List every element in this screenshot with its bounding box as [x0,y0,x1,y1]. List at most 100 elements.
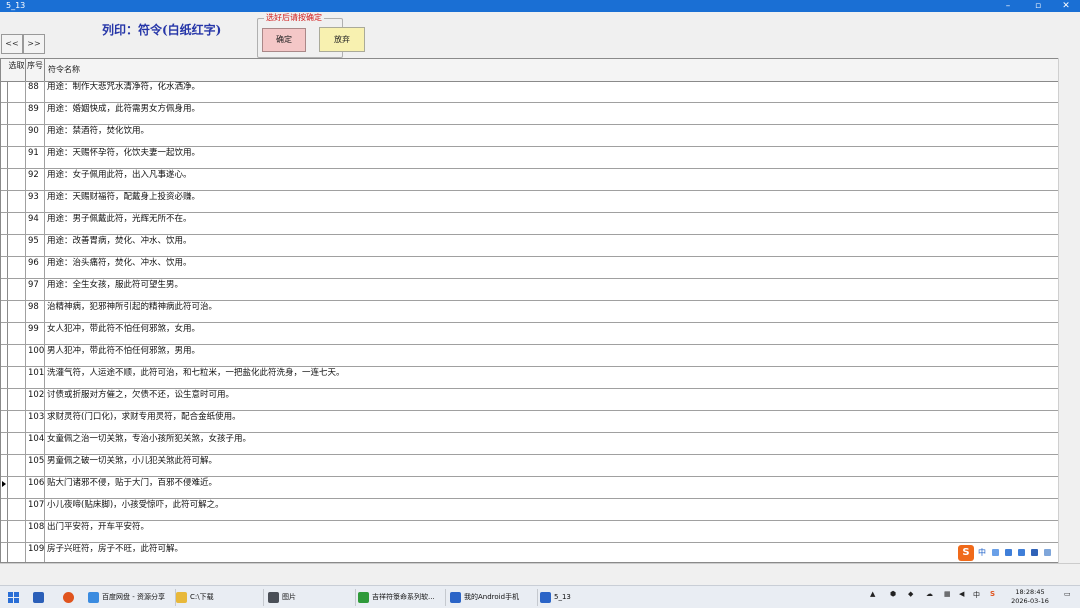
select-cell[interactable] [8,235,26,256]
select-cell[interactable] [8,543,26,562]
select-cell[interactable] [8,367,26,388]
table-row[interactable]: 101 洗灌气符，人运途不顺，此符可治，和七粒米，一把盐化此符洗身，一连七天。 [1,367,1058,389]
table-row[interactable]: 94 用途：男子佩戴此符，光辉无所不在。 [1,213,1058,235]
talisman-name[interactable]: 用途：女子佩用此符，出入凡事遂心。 [47,169,1047,190]
select-cell[interactable] [8,279,26,300]
table-row[interactable]: 105 男童佩之破一切关煞，小儿犯关煞此符可解。 [1,455,1058,477]
table-row[interactable]: 106 贴大门诸邪不侵，贴于大门，百邪不侵难近。 [1,477,1058,499]
horizontal-scrollbar[interactable] [0,563,1080,585]
windows-start-icon[interactable] [8,592,19,603]
talisman-name[interactable]: 讨债或折服对方催之，欠债不还，讼生意时可用。 [47,389,1047,410]
select-cell[interactable] [8,169,26,190]
punctuation-icon[interactable] [992,549,999,556]
header-select[interactable]: 选取 [8,59,26,81]
talisman-name[interactable]: 洗灌气符，人运途不顺，此符可治，和七粒米，一把盐化此符洗身，一连七天。 [47,367,1047,388]
select-cell[interactable] [8,125,26,146]
talisman-name[interactable]: 小儿夜啼(贴床脚)，小孩受惊吓，此符可解之。 [47,499,1047,520]
header-number[interactable]: 序号 [26,59,45,81]
talisman-name[interactable]: 用途：制作大悲咒水清净符，化水洒净。 [47,81,1047,102]
table-row[interactable]: 93 用途：天赐财福符，配戴身上投资必赚。 [1,191,1058,213]
table-row[interactable]: 104 女童佩之治一切关煞，专治小孩所犯关煞，女孩子用。 [1,433,1058,455]
sogou-tray-icon[interactable]: S [990,590,995,598]
talisman-name[interactable]: 用途：男子佩戴此符，光辉无所不在。 [47,213,1047,234]
talisman-name[interactable]: 用途：禁酒符，焚化饮用。 [47,125,1047,146]
ime-mode[interactable]: 中 [978,547,986,558]
taskbar-item[interactable]: 我的Android手机 [450,589,535,606]
talisman-name[interactable]: 治精神病，犯邪神所引起的精神病此符可治。 [47,301,1047,322]
talisman-name[interactable]: 用途：天赐财福符，配戴身上投资必赚。 [47,191,1047,212]
talisman-name[interactable]: 用途：改善胃病，焚化、冲水、饮用。 [47,235,1047,256]
talisman-name[interactable]: 出门平安符，开车平安符。 [47,521,1047,542]
table-row[interactable]: 95 用途：改善胃病，焚化、冲水、饮用。 [1,235,1058,257]
minimize-button[interactable]: – [994,0,1022,12]
tray-security-icon[interactable]: ⬢ [890,590,896,598]
taskbar-clock[interactable]: 18:28:45 2026-03-16 [1008,588,1052,606]
select-cell[interactable] [8,477,26,498]
close-button[interactable]: ✕ [1052,0,1080,12]
table-row[interactable]: 103 求财灵符(门口化)，求财专用灵符，配合金纸使用。 [1,411,1058,433]
network-icon[interactable]: ▦ [944,590,951,598]
word-app-icon[interactable] [33,589,47,606]
table-row[interactable]: 107 小儿夜啼(贴床脚)，小孩受惊吓，此符可解之。 [1,499,1058,521]
skin-icon[interactable] [1031,549,1038,556]
next-page-button[interactable]: >> [23,34,45,54]
talisman-name[interactable]: 用途：全生女孩，服此符可望生男。 [47,279,1047,300]
table-row[interactable]: 88 用途：制作大悲咒水清净符，化水洒净。 [1,81,1058,103]
ok-button[interactable]: 确定 [262,28,306,52]
prev-page-button[interactable]: << [1,34,23,54]
toolbox-icon[interactable] [1044,549,1051,556]
select-cell[interactable] [8,521,26,542]
tray-cloud-icon[interactable]: ☁ [926,590,933,598]
select-cell[interactable] [8,433,26,454]
select-cell[interactable] [8,345,26,366]
table-row[interactable]: 96 用途：治头痛符，焚化、冲水、饮用。 [1,257,1058,279]
keyboard-icon[interactable] [1018,549,1025,556]
talisman-name[interactable]: 贴大门诸邪不侵，贴于大门，百邪不侵难近。 [47,477,1047,498]
taskbar-item[interactable]: 百度网盘 - 资源分享 [88,589,173,606]
table-row[interactable]: 102 讨债或折服对方催之，欠债不还，讼生意时可用。 [1,389,1058,411]
select-cell[interactable] [8,389,26,410]
header-name[interactable]: 符令名称 [45,59,1058,81]
input-language[interactable]: 中 [973,590,980,600]
select-cell[interactable] [8,455,26,476]
select-cell[interactable] [8,499,26,520]
select-cell[interactable] [8,191,26,212]
talisman-name[interactable]: 求财灵符(门口化)，求财专用灵符，配合金纸使用。 [47,411,1047,432]
microphone-icon[interactable] [1005,549,1012,556]
talisman-name[interactable]: 房子兴旺符，房子不旺，此符可解。 [47,543,1047,562]
table-row[interactable]: 91 用途：天赐怀孕符，化饮夫妻一起饮用。 [1,147,1058,169]
table-row[interactable]: 98 治精神病，犯邪神所引起的精神病此符可治。 [1,301,1058,323]
talisman-name[interactable]: 用途：治头痛符，焚化、冲水、饮用。 [47,257,1047,278]
talisman-name[interactable]: 女童佩之治一切关煞，专治小孩所犯关煞，女孩子用。 [47,433,1047,454]
taskbar-item[interactable]: 吉祥符箓命系列软... [358,589,443,606]
cancel-button[interactable]: 放弃 [319,27,365,52]
select-cell[interactable] [8,257,26,278]
table-row[interactable]: 90 用途：禁酒符，焚化饮用。 [1,125,1058,147]
volume-icon[interactable]: ◀ [959,590,964,598]
taskbar-item[interactable]: 5_13 [540,589,625,606]
select-cell[interactable] [8,411,26,432]
tray-app-icon[interactable]: ▲ [870,590,875,598]
table-row[interactable]: 108 出门平安符，开车平安符。 [1,521,1058,543]
table-row[interactable]: 109 房子兴旺符，房子不旺，此符可解。 [1,543,1058,562]
notifications-icon[interactable]: ▭ [1064,590,1071,598]
taskbar-item[interactable]: 图片 [268,589,353,606]
maximize-button[interactable]: ▫ [1024,0,1052,12]
table-row[interactable]: 99 女人犯冲，带此符不怕任何邪煞，女用。 [1,323,1058,345]
select-cell[interactable] [8,81,26,102]
browser-app-icon[interactable] [63,589,77,606]
vertical-scrollbar[interactable] [1058,58,1080,563]
select-cell[interactable] [8,147,26,168]
tray-shield-icon[interactable]: ◆ [908,590,913,598]
table-row[interactable]: 92 用途：女子佩用此符，出入凡事遂心。 [1,169,1058,191]
talisman-name[interactable]: 用途：婚姻快成，此符需男女方佩身用。 [47,103,1047,124]
select-cell[interactable] [8,213,26,234]
table-row[interactable]: 97 用途：全生女孩，服此符可望生男。 [1,279,1058,301]
select-cell[interactable] [8,323,26,344]
talisman-name[interactable]: 男童佩之破一切关煞，小儿犯关煞此符可解。 [47,455,1047,476]
select-cell[interactable] [8,301,26,322]
sogou-logo-icon[interactable]: S [958,545,974,561]
table-row[interactable]: 100 男人犯冲，带此符不怕任何邪煞，男用。 [1,345,1058,367]
table-row[interactable]: 89 用途：婚姻快成，此符需男女方佩身用。 [1,103,1058,125]
taskbar-item[interactable]: C:\下载 [176,589,261,606]
